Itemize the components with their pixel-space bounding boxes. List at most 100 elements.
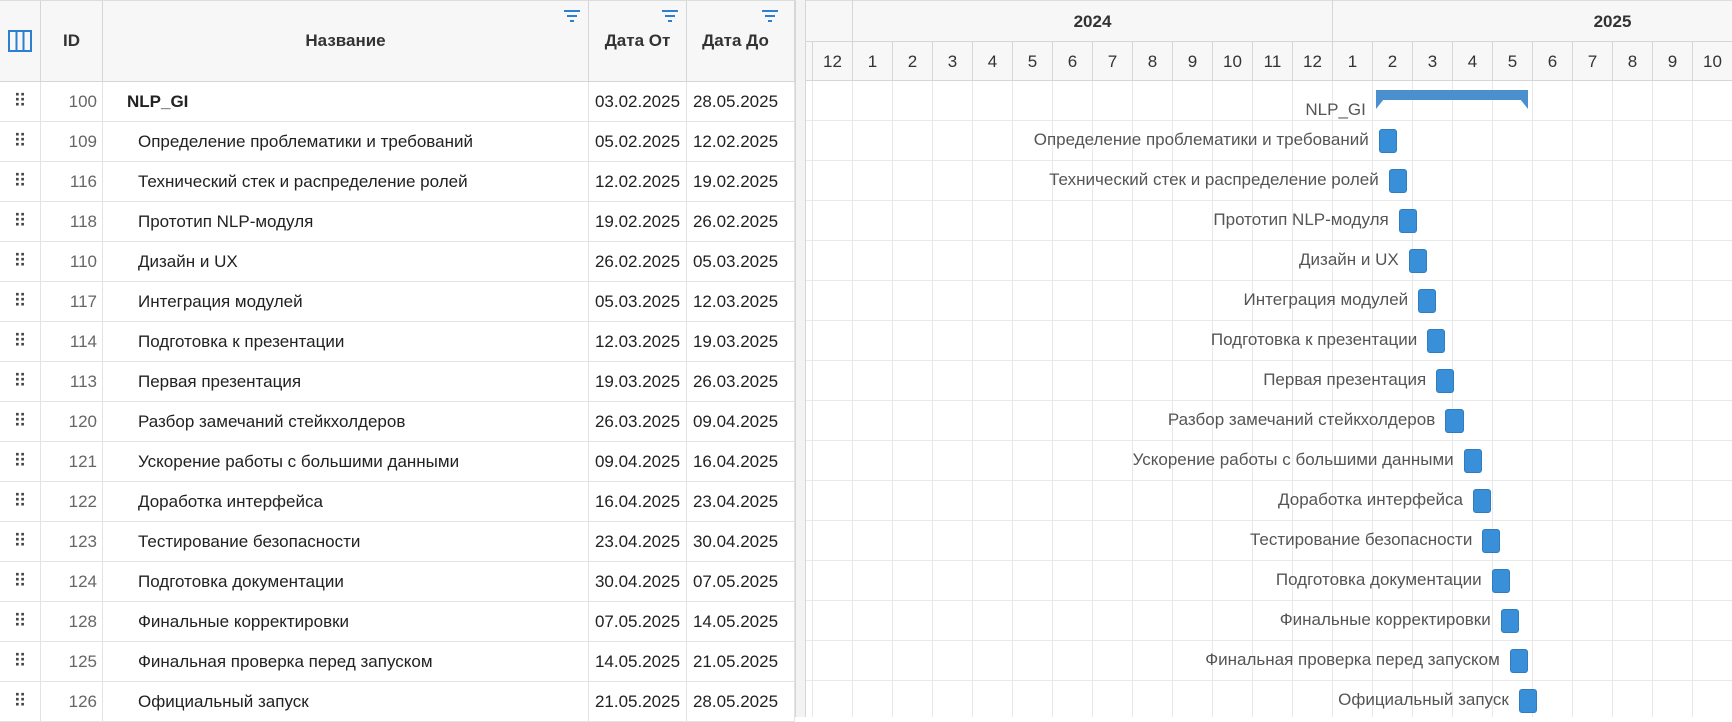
- task-name[interactable]: Подготовка к презентации: [103, 322, 589, 361]
- drag-handle-icon[interactable]: ⠿: [0, 162, 41, 201]
- task-row[interactable]: ⠿ 123 Тестирование безопасности 23.04.2025 3…: [0, 522, 795, 562]
- drag-handle-icon[interactable]: ⠿: [0, 122, 41, 161]
- task-date-from[interactable]: 16.04.2025: [589, 482, 687, 521]
- drag-handle-icon[interactable]: ⠿: [0, 642, 41, 681]
- task-name[interactable]: Разбор замечаний стейкхолдеров: [103, 402, 589, 441]
- task-date-to[interactable]: 09.04.2025: [687, 402, 795, 441]
- drag-handle-icon[interactable]: ⠿: [0, 282, 41, 321]
- drag-handle-icon[interactable]: ⠿: [0, 682, 41, 721]
- task-date-to[interactable]: 26.02.2025: [687, 202, 795, 241]
- drag-handle-icon[interactable]: ⠿: [0, 202, 41, 241]
- column-header-id[interactable]: ID: [41, 1, 103, 82]
- task-row[interactable]: ⠿ 120 Разбор замечаний стейкхолдеров 26.03.…: [0, 402, 795, 442]
- task-name[interactable]: Официальный запуск: [103, 682, 589, 721]
- task-name[interactable]: Тестирование безопасности: [103, 522, 589, 561]
- task-name[interactable]: Доработка интерфейса: [103, 482, 589, 521]
- task-date-from[interactable]: 09.04.2025: [589, 442, 687, 481]
- task-date-to[interactable]: 30.04.2025: [687, 522, 795, 561]
- task-date-from[interactable]: 19.02.2025: [589, 202, 687, 241]
- task-date-from[interactable]: 05.02.2025: [589, 122, 687, 161]
- task-date-to[interactable]: 12.02.2025: [687, 122, 795, 161]
- task-date-to[interactable]: 12.03.2025: [687, 282, 795, 321]
- task-bar[interactable]: [1491, 569, 1510, 593]
- task-date-to[interactable]: 23.04.2025: [687, 482, 795, 521]
- column-header-name[interactable]: Название: [103, 1, 589, 82]
- task-date-from[interactable]: 03.02.2025: [589, 82, 687, 121]
- task-date-from[interactable]: 26.02.2025: [589, 242, 687, 281]
- task-row[interactable]: ⠿ 122 Доработка интерфейса 16.04.2025 23.04.…: [0, 482, 795, 522]
- task-row[interactable]: ⠿ 100 NLP_GI 03.02.2025 28.05.2025: [0, 82, 795, 122]
- task-date-from[interactable]: 30.04.2025: [589, 562, 687, 601]
- task-name[interactable]: Первая презентация: [103, 362, 589, 401]
- task-bar[interactable]: [1418, 289, 1437, 313]
- task-date-to[interactable]: 05.03.2025: [687, 242, 795, 281]
- drag-handle-icon[interactable]: ⠿: [0, 602, 41, 641]
- task-date-from[interactable]: 12.03.2025: [589, 322, 687, 361]
- task-row[interactable]: ⠿ 113 Первая презентация 19.03.2025 26.03.20…: [0, 362, 795, 402]
- task-row[interactable]: ⠿ 118 Прототип NLP-модуля 19.02.2025 26.02.2…: [0, 202, 795, 242]
- task-bar[interactable]: [1509, 649, 1528, 673]
- drag-handle-icon[interactable]: ⠿: [0, 362, 41, 401]
- task-row[interactable]: ⠿ 125 Финальная проверка перед запуском 14.…: [0, 642, 795, 682]
- task-bar[interactable]: [1427, 329, 1446, 353]
- task-name[interactable]: Подготовка документации: [103, 562, 589, 601]
- task-bar[interactable]: [1500, 609, 1519, 633]
- task-date-from[interactable]: 05.03.2025: [589, 282, 687, 321]
- task-date-to[interactable]: 26.03.2025: [687, 362, 795, 401]
- task-date-to[interactable]: 07.05.2025: [687, 562, 795, 601]
- task-date-from[interactable]: 07.05.2025: [589, 602, 687, 641]
- column-chooser-button[interactable]: [0, 1, 41, 82]
- task-name[interactable]: Определение проблематики и требований: [103, 122, 589, 161]
- task-date-from[interactable]: 23.04.2025: [589, 522, 687, 561]
- task-bar[interactable]: [1408, 249, 1427, 273]
- task-bar[interactable]: [1473, 489, 1491, 513]
- task-bar[interactable]: [1378, 129, 1397, 153]
- task-row[interactable]: ⠿ 124 Подготовка документации 30.04.2025 07.…: [0, 562, 795, 602]
- task-date-from[interactable]: 12.02.2025: [589, 162, 687, 201]
- task-name[interactable]: Технический стек и распределение ролей: [103, 162, 589, 201]
- drag-handle-icon[interactable]: ⠿: [0, 402, 41, 441]
- task-bar[interactable]: [1463, 449, 1482, 473]
- task-row[interactable]: ⠿ 109 Определение проблематики и требовани…: [0, 122, 795, 162]
- task-date-to[interactable]: 14.05.2025: [687, 602, 795, 641]
- filter-icon[interactable]: [762, 9, 778, 23]
- task-date-to[interactable]: 19.03.2025: [687, 322, 795, 361]
- task-bar[interactable]: [1518, 689, 1537, 713]
- task-row[interactable]: ⠿ 114 Подготовка к презентации 12.03.2025 19…: [0, 322, 795, 362]
- task-row[interactable]: ⠿ 128 Финальные корректировки 07.05.2025 14.…: [0, 602, 795, 642]
- task-date-to[interactable]: 16.04.2025: [687, 442, 795, 481]
- task-row[interactable]: ⠿ 117 Интеграция модулей 05.03.2025 12.03.20…: [0, 282, 795, 322]
- task-date-to[interactable]: 28.05.2025: [687, 82, 795, 121]
- drag-handle-icon[interactable]: ⠿: [0, 562, 41, 601]
- task-name[interactable]: Ускорение работы с большими данными: [103, 442, 589, 481]
- task-bar[interactable]: [1398, 209, 1417, 233]
- task-date-from[interactable]: 21.05.2025: [589, 682, 687, 721]
- task-name[interactable]: NLP_GI: [103, 82, 589, 121]
- drag-handle-icon[interactable]: ⠿: [0, 242, 41, 281]
- task-name[interactable]: Дизайн и UX: [103, 242, 589, 281]
- task-bar[interactable]: [1482, 529, 1501, 553]
- task-name[interactable]: Интеграция модулей: [103, 282, 589, 321]
- task-name[interactable]: Прототип NLP-модуля: [103, 202, 589, 241]
- column-header-date-to[interactable]: Дата До: [687, 1, 795, 82]
- task-row[interactable]: ⠿ 126 Официальный запуск 21.05.2025 28.05.20…: [0, 682, 795, 722]
- task-date-to[interactable]: 19.02.2025: [687, 162, 795, 201]
- task-date-from[interactable]: 19.03.2025: [589, 362, 687, 401]
- task-row[interactable]: ⠿ 110 Дизайн и UX 26.02.2025 05.03.2025: [0, 242, 795, 282]
- task-bar[interactable]: [1445, 409, 1464, 433]
- filter-icon[interactable]: [662, 9, 678, 23]
- task-date-to[interactable]: 28.05.2025: [687, 682, 795, 721]
- pane-splitter[interactable]: [795, 0, 806, 717]
- task-date-from[interactable]: 26.03.2025: [589, 402, 687, 441]
- task-bar[interactable]: [1436, 369, 1455, 393]
- column-header-date-from[interactable]: Дата От: [589, 1, 687, 82]
- task-name[interactable]: Финальные корректировки: [103, 602, 589, 641]
- drag-handle-icon[interactable]: ⠿: [0, 482, 41, 521]
- task-date-from[interactable]: 14.05.2025: [589, 642, 687, 681]
- drag-handle-icon[interactable]: ⠿: [0, 522, 41, 561]
- summary-bar[interactable]: [1375, 90, 1528, 109]
- drag-handle-icon[interactable]: ⠿: [0, 82, 41, 121]
- drag-handle-icon[interactable]: ⠿: [0, 442, 41, 481]
- drag-handle-icon[interactable]: ⠿: [0, 322, 41, 361]
- task-name[interactable]: Финальная проверка перед запуском: [103, 642, 589, 681]
